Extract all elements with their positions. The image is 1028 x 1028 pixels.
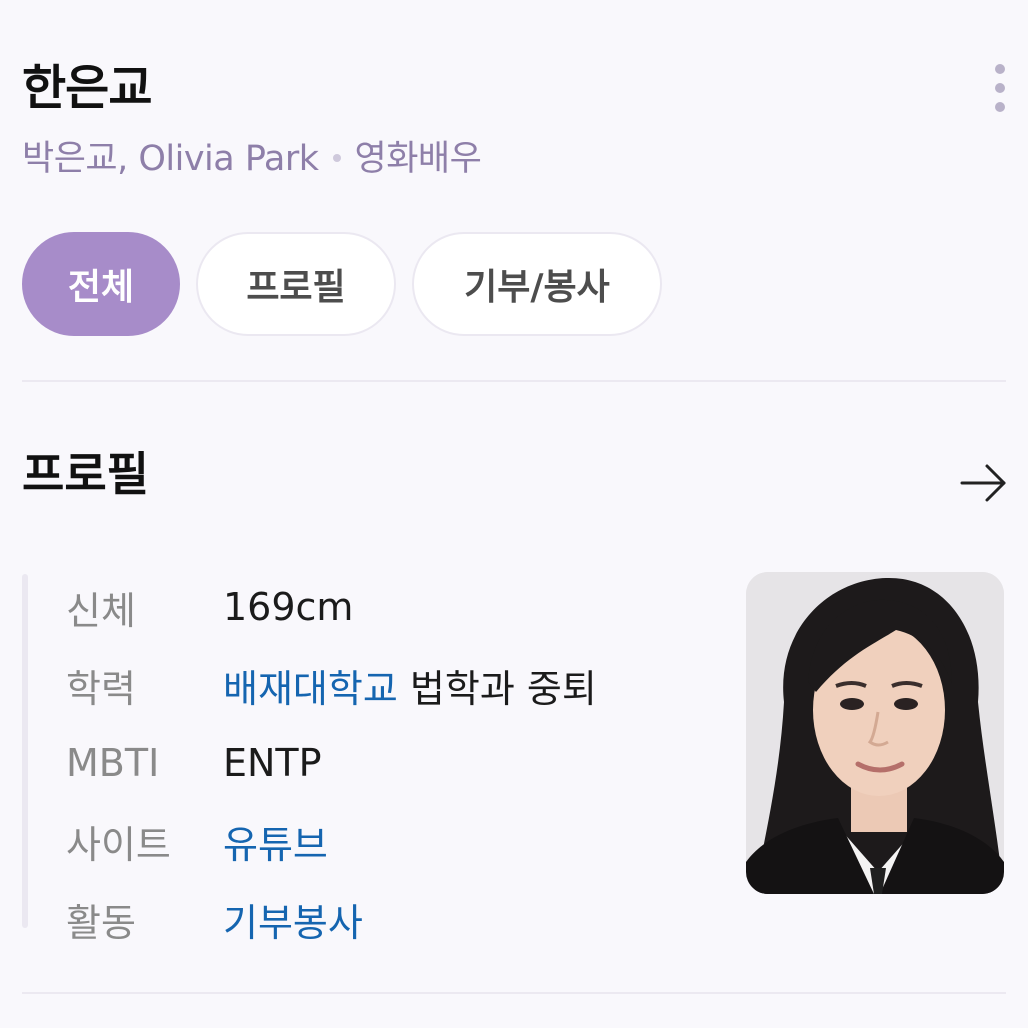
info-value: ENTP — [223, 741, 322, 785]
tab-all[interactable]: 전체 — [22, 232, 180, 336]
person-name: 한은교 — [22, 60, 152, 116]
info-label: 신체 — [66, 588, 136, 633]
info-row-activity: 활동 기부봉사 — [66, 880, 597, 958]
more-dot — [995, 102, 1005, 112]
info-value: 법학과 중퇴 — [409, 666, 597, 711]
category-tabs: 전체 프로필 기부/봉사 — [22, 232, 662, 336]
arrow-right-icon[interactable] — [958, 458, 1008, 508]
info-label: 사이트 — [66, 822, 171, 867]
more-vertical-icon — [995, 64, 1005, 74]
divider — [22, 992, 1006, 994]
info-row-site: 사이트 유튜브 — [66, 802, 597, 880]
info-row-body: 신체 169cm — [66, 568, 597, 646]
profile-page: 한은교 박은교, Olivia Park 영화배우 전체 프로필 기부/봉사 프로… — [0, 0, 1028, 1028]
profile-section-title: 프로필 — [22, 447, 149, 501]
info-value: 169cm — [223, 585, 354, 629]
tab-profile[interactable]: 프로필 — [196, 232, 396, 336]
info-value-group: 배재대학교 법학과 중퇴 — [223, 658, 597, 713]
info-label: MBTI — [66, 741, 160, 785]
person-aliases: 박은교, Olivia Park — [22, 139, 319, 179]
activity-link[interactable]: 기부봉사 — [223, 892, 363, 947]
person-occupation: 영화배우 — [354, 139, 482, 179]
portrait-image — [746, 572, 1004, 894]
tab-donation-volunteer[interactable]: 기부/봉사 — [412, 232, 662, 336]
info-row-education: 학력 배재대학교 법학과 중퇴 — [66, 646, 597, 724]
more-options-button[interactable] — [984, 64, 1016, 112]
divider — [22, 380, 1006, 382]
person-subtitle: 박은교, Olivia Park 영화배우 — [22, 136, 482, 182]
info-label: 활동 — [66, 900, 136, 945]
school-link[interactable]: 배재대학교 — [223, 667, 398, 711]
separator-dot — [332, 154, 341, 162]
profile-photo[interactable] — [746, 572, 1004, 894]
info-label: 학력 — [66, 666, 136, 711]
profile-info-list: 신체 169cm 학력 배재대학교 법학과 중퇴 MBTI ENTP 사이트 유… — [66, 568, 597, 958]
info-row-mbti: MBTI ENTP — [66, 724, 597, 802]
info-accent-bar — [22, 574, 28, 928]
more-dot — [995, 83, 1005, 93]
youtube-link[interactable]: 유튜브 — [223, 814, 328, 869]
